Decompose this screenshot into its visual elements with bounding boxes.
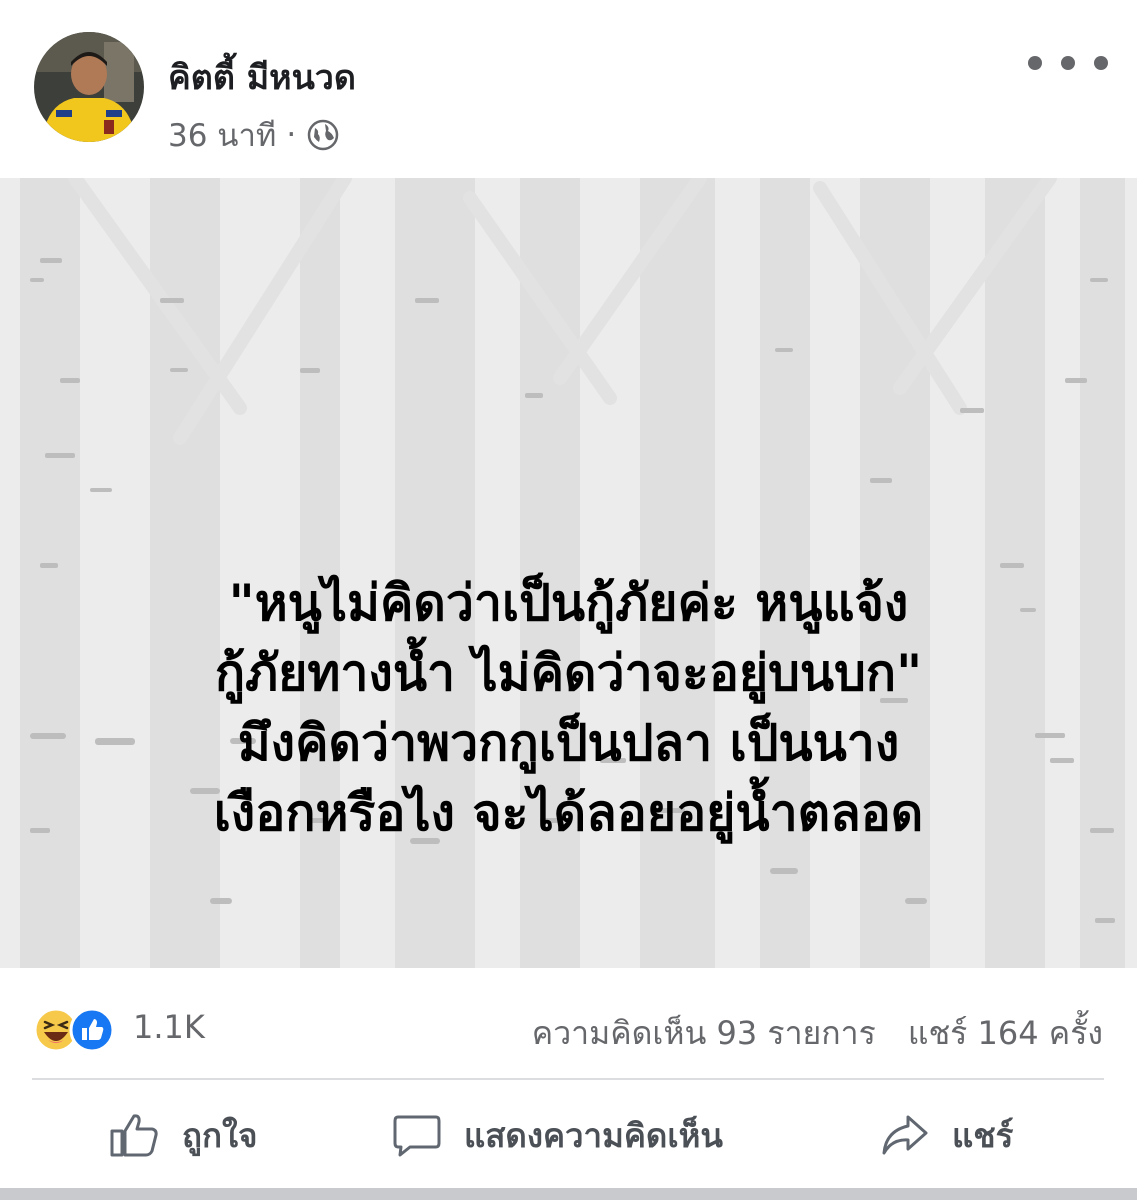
globe-icon: [306, 118, 340, 152]
bottom-separator: [0, 1188, 1137, 1200]
author-name[interactable]: คิตตี้ มีหนวด: [168, 50, 356, 104]
comment-count[interactable]: ความคิดเห็น 93 รายการ: [532, 1008, 876, 1059]
post-text: "หนูไม่คิดว่าเป็นกู้ภัยค่ะ หนูแจ้ง กู้ภั…: [0, 568, 1137, 848]
comment-icon: [393, 1115, 441, 1157]
share-arrow-icon: [882, 1115, 928, 1155]
post-text-line: เงือกหรือไง จะได้ลอยอยู่น้ำตลอด: [213, 784, 924, 842]
comment-button[interactable]: แสดงความคิดเห็น: [392, 1080, 723, 1190]
more-options-icon[interactable]: [1028, 48, 1108, 78]
share-label: แชร์: [952, 1115, 1014, 1155]
like-label: ถูกใจ: [182, 1115, 258, 1155]
share-button[interactable]: แชร์: [880, 1080, 1013, 1190]
reaction-count[interactable]: 1.1K: [133, 1008, 205, 1046]
meta-separator: ·: [286, 117, 297, 153]
comment-label: แสดงความคิดเห็น: [464, 1115, 723, 1155]
like-icon: [69, 1007, 115, 1053]
facebook-post: คิตตี้ มีหนวด 36 นาที · "หนูไม่คิดว่าเป็…: [0, 0, 1137, 1200]
post-text-line: มึงคิดว่าพวกกูเป็นปลา เป็นนาง: [237, 714, 900, 772]
post-background: "หนูไม่คิดว่าเป็นกู้ภัยค่ะ หนูแจ้ง กู้ภั…: [0, 178, 1137, 968]
author-avatar[interactable]: [34, 32, 144, 142]
post-header: คิตตี้ มีหนวด 36 นาที ·: [0, 0, 1137, 178]
thumbs-up-icon: [110, 1114, 158, 1157]
stats-right: ความคิดเห็น 93 รายการ แชร์ 164 ครั้ง: [532, 1008, 1103, 1059]
reactions-summary[interactable]: [32, 1006, 124, 1054]
post-timestamp[interactable]: 36 นาที: [168, 110, 276, 160]
share-count[interactable]: แชร์ 164 ครั้ง: [908, 1008, 1103, 1059]
post-text-line: "หนูไม่คิดว่าเป็นกู้ภัยค่ะ หนูแจ้ง: [228, 574, 909, 632]
action-bar: ถูกใจ แสดงความคิดเห็น แชร์: [0, 1080, 1137, 1190]
like-button[interactable]: ถูกใจ: [108, 1080, 257, 1190]
post-text-line: กู้ภัยทางน้ำ ไม่คิดว่าจะอยู่บนบก": [214, 644, 923, 702]
post-stats: 1.1K ความคิดเห็น 93 รายการ แชร์ 164 ครั้…: [0, 968, 1137, 1078]
post-meta: 36 นาที ·: [168, 110, 340, 160]
